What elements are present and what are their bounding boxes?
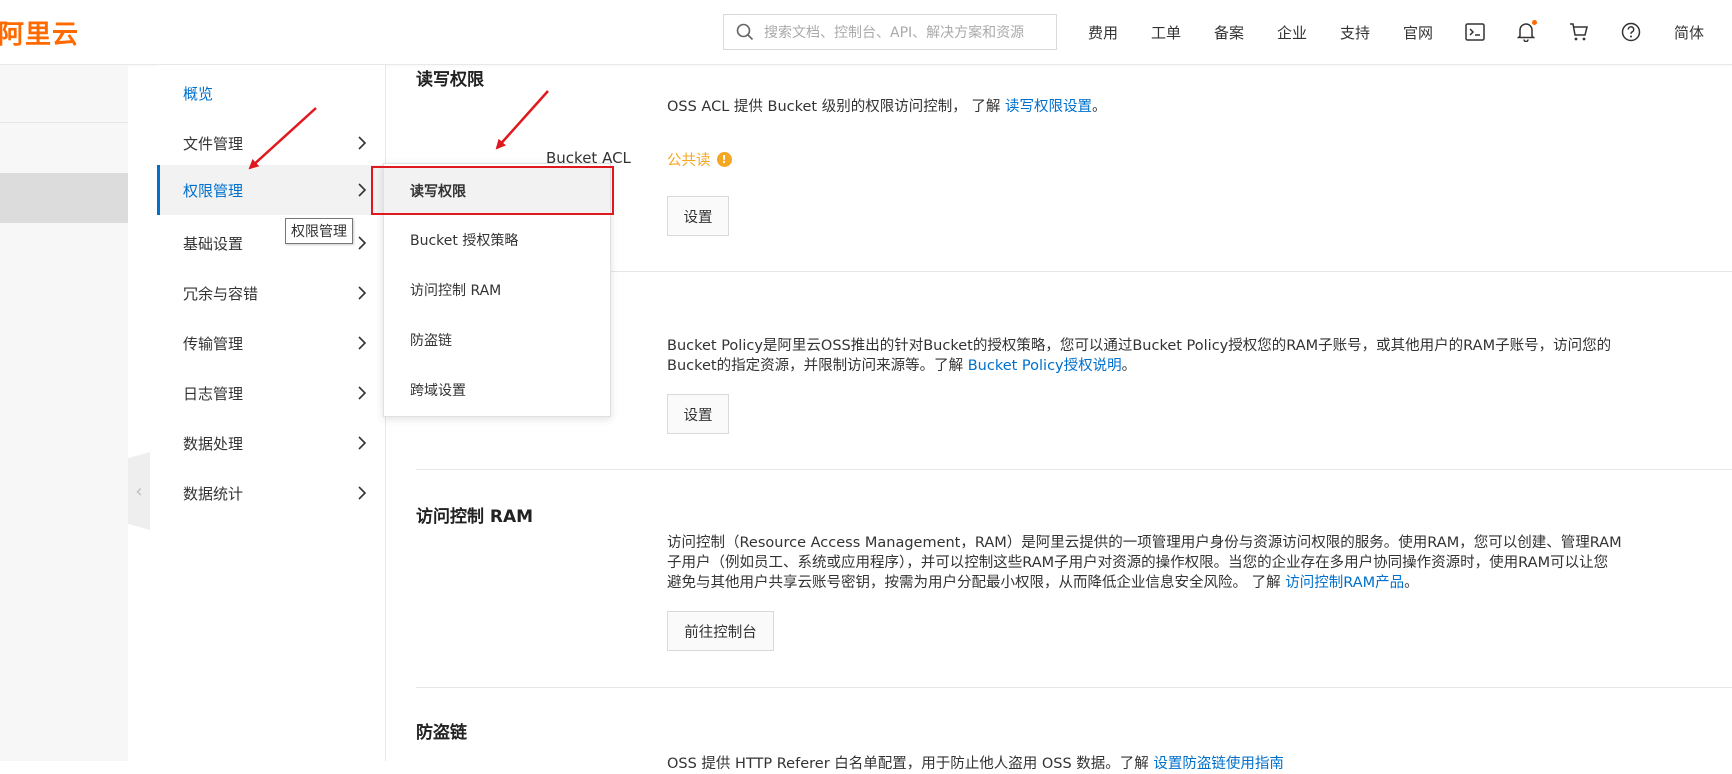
- sidebar-item-logs[interactable]: 日志管理: [157, 368, 385, 418]
- sidebar-item-permissions[interactable]: 权限管理: [157, 165, 385, 215]
- warning-icon[interactable]: !: [716, 152, 732, 167]
- ram-description: 访问控制（Resource Access Management，RAM）是阿里云…: [667, 535, 1622, 591]
- terminal-icon[interactable]: [1463, 20, 1487, 44]
- nav-fees[interactable]: 费用: [1088, 0, 1118, 64]
- help-icon[interactable]: [1619, 20, 1643, 44]
- notification-dot: [1532, 20, 1537, 25]
- search-placeholder: 搜索文档、控制台、API、解决方案和资源: [764, 25, 1025, 41]
- search-input[interactable]: 搜索文档、控制台、API、解决方案和资源: [723, 14, 1057, 50]
- referer-help-link[interactable]: 设置防盗链使用指南: [1153, 756, 1284, 772]
- chevron-right-icon: [358, 386, 367, 400]
- nav-enterprise[interactable]: 企业: [1277, 0, 1307, 64]
- submenu-item-referer[interactable]: 防盗链: [384, 316, 610, 364]
- referer-description: OSS 提供 HTTP Referer 白名单配置，用于防止他人盗用 OSS 数…: [667, 756, 1284, 772]
- sidebar-item-statistics[interactable]: 数据统计: [157, 468, 385, 518]
- search-icon: [736, 23, 754, 41]
- sidebar-item-data-processing[interactable]: 数据处理: [157, 418, 385, 468]
- sidebar-item-transfer[interactable]: 传输管理: [157, 318, 385, 368]
- sidebar-item-file-management[interactable]: 文件管理: [157, 118, 385, 168]
- acl-help-link[interactable]: 读写权限设置: [1005, 99, 1092, 115]
- acl-settings-button[interactable]: 设置: [667, 196, 729, 236]
- nav-tickets[interactable]: 工单: [1151, 0, 1181, 64]
- section-title-ram: 访问控制 RAM: [416, 507, 534, 527]
- chevron-right-icon: [358, 436, 367, 450]
- submenu-item-ram[interactable]: 访问控制 RAM: [384, 266, 610, 314]
- chevron-right-icon: [358, 136, 367, 150]
- nav-support[interactable]: 支持: [1340, 0, 1370, 64]
- sidebar-tooltip: 权限管理: [285, 218, 353, 244]
- chevron-right-icon: [358, 236, 367, 250]
- section-divider: [416, 271, 1732, 272]
- sidebar-item-redundancy[interactable]: 冗余与容错: [157, 268, 385, 318]
- nav-official-site[interactable]: 官网: [1403, 0, 1433, 64]
- chevron-right-icon: [358, 486, 367, 500]
- chevron-right-icon: [358, 286, 367, 300]
- chevron-right-icon: [358, 183, 367, 197]
- acl-description: OSS ACL 提供 Bucket 级别的权限访问控制， 了解 读写权限设置。: [667, 99, 1107, 115]
- active-product-nav-item[interactable]: [0, 173, 128, 223]
- section-divider: [416, 469, 1732, 470]
- ram-help-link[interactable]: 访问控制RAM产品: [1285, 575, 1404, 591]
- submenu-item-bucket-policy[interactable]: Bucket 授权策略: [384, 216, 610, 264]
- collapse-sidebar-button[interactable]: ‹: [128, 452, 150, 530]
- bucket-acl-value: 公共读!: [667, 149, 732, 170]
- chevron-right-icon: [358, 336, 367, 350]
- section-title-referer: 防盗链: [416, 723, 467, 743]
- policy-description: Bucket Policy是阿里云OSS推出的针对Bucket的授权策略，您可以…: [667, 338, 1612, 374]
- bell-icon[interactable]: [1514, 20, 1538, 44]
- highlight-box: [371, 166, 614, 215]
- top-bar: 阿里云 搜索文档、控制台、API、解决方案和资源 费用 工单 备案 企业 支持 …: [0, 0, 1732, 65]
- chevron-left-icon: ‹: [135, 480, 143, 502]
- language-switch[interactable]: 简体: [1674, 0, 1704, 64]
- divider: [0, 122, 128, 123]
- cart-icon[interactable]: [1567, 20, 1591, 44]
- aliyun-logo[interactable]: 阿里云: [0, 14, 79, 51]
- product-nav-strip: [0, 65, 128, 761]
- sidebar-item-overview[interactable]: 概览: [157, 68, 385, 118]
- nav-icp[interactable]: 备案: [1214, 0, 1244, 64]
- bucket-sidebar-menu: 概览 文件管理 权限管理 基础设置 冗余与容错 传输管理 日志管理 数据处理 数…: [157, 65, 386, 761]
- go-to-console-button[interactable]: 前往控制台: [667, 611, 774, 651]
- section-divider: [416, 687, 1732, 688]
- submenu-item-cors[interactable]: 跨域设置: [384, 366, 610, 414]
- policy-help-link[interactable]: Bucket Policy授权说明: [968, 358, 1122, 374]
- section-title-acl: 读写权限: [416, 70, 484, 90]
- policy-settings-button[interactable]: 设置: [667, 394, 729, 434]
